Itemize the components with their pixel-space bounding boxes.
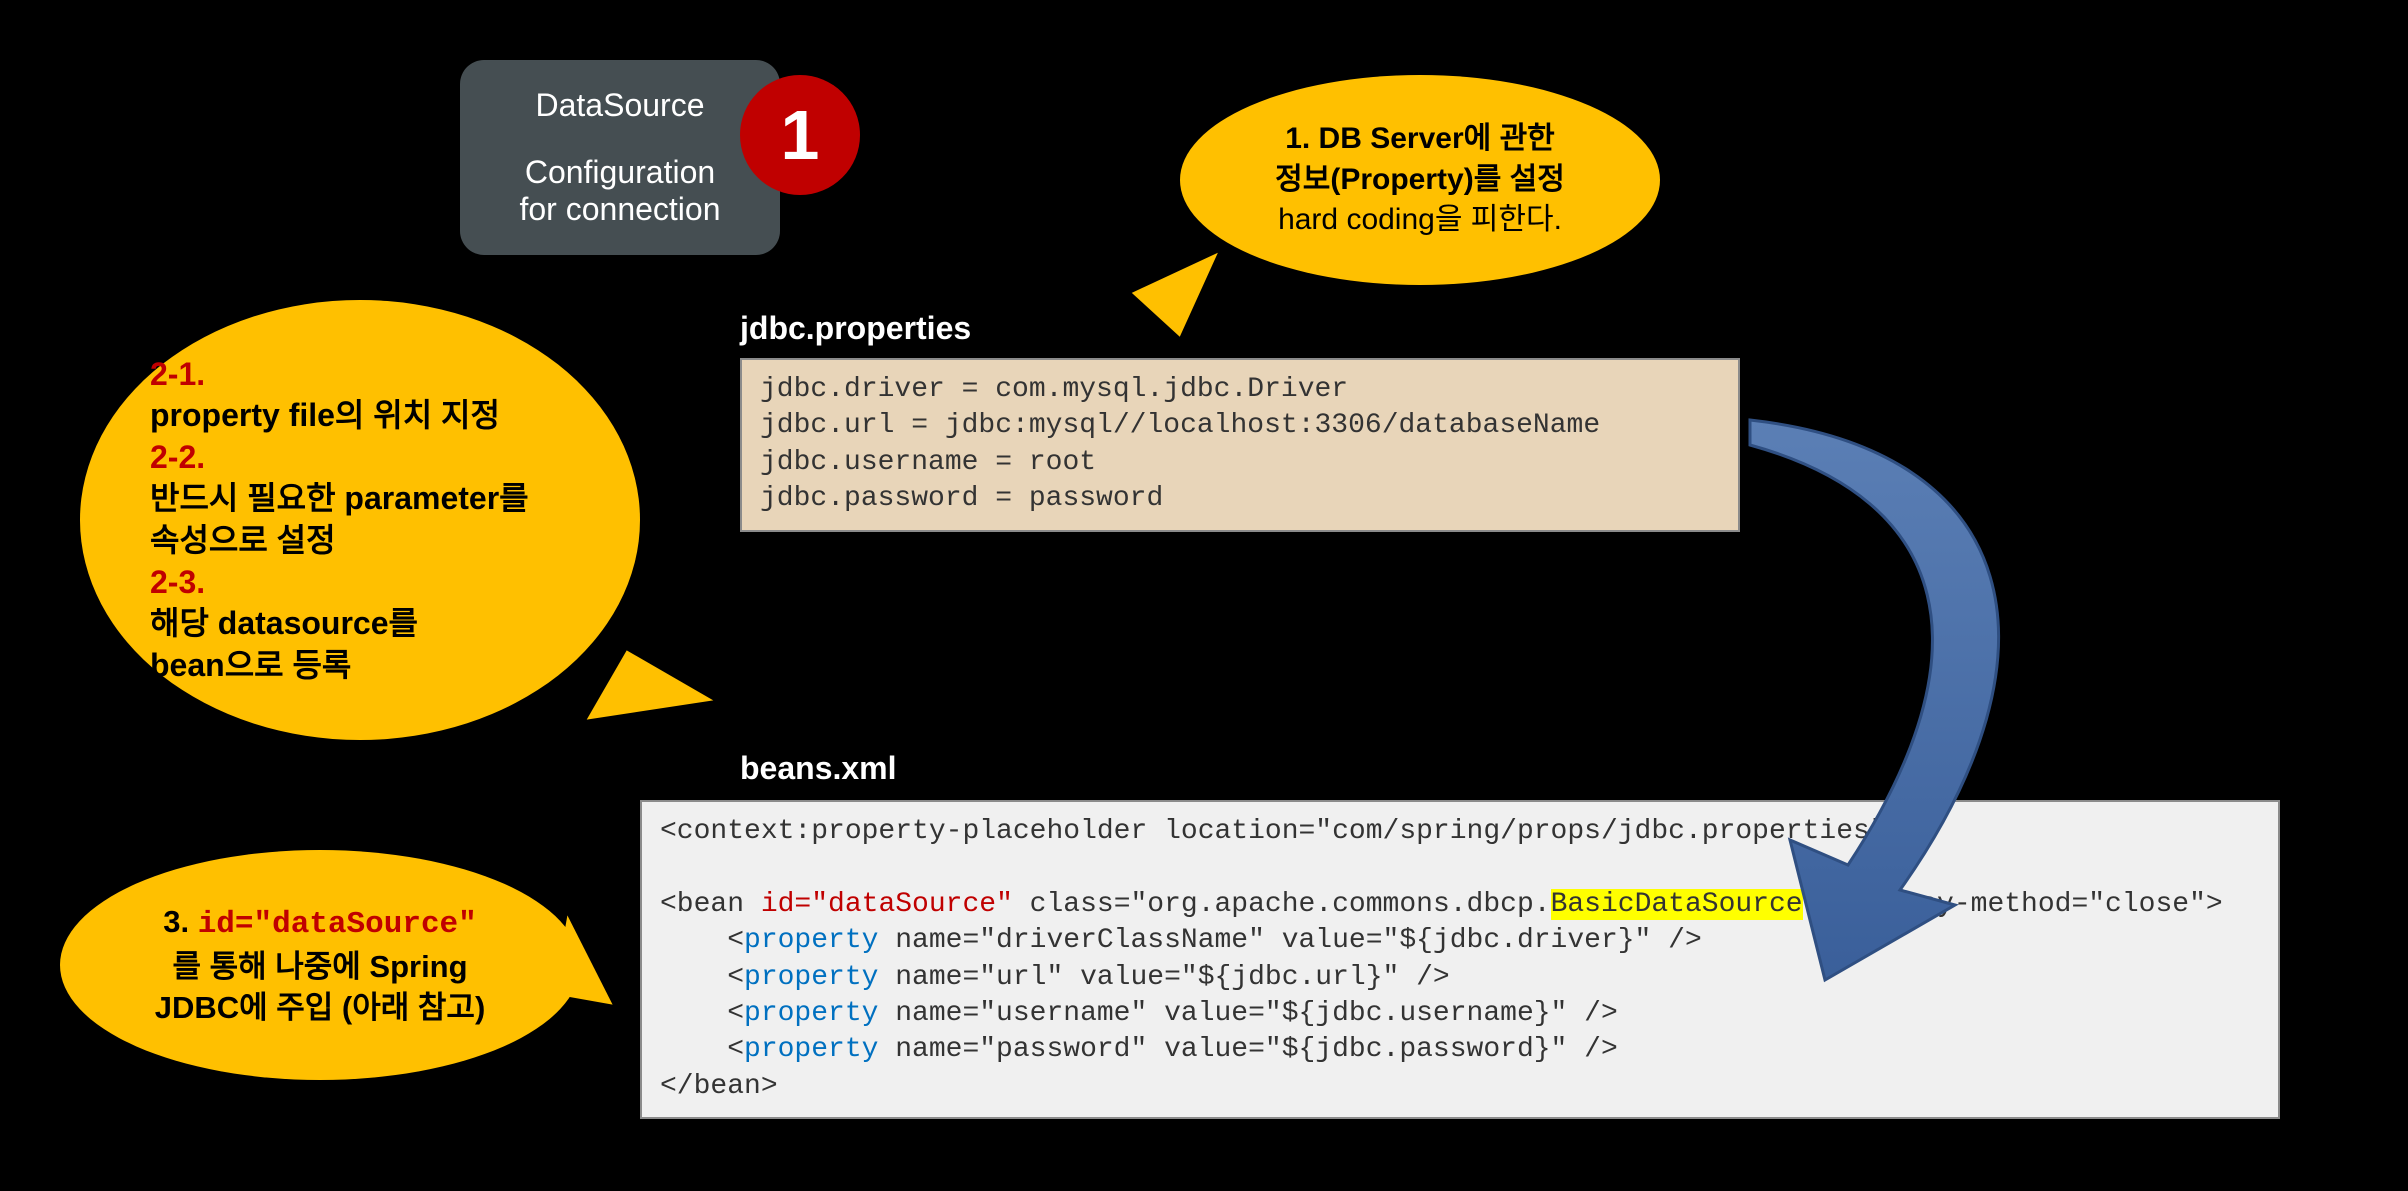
bubble1-line: 정보(Property)를 설정 xyxy=(1275,160,1565,201)
code-text: name="password" value="${jdbc.password}"… xyxy=(878,1034,1617,1065)
bubble2-line: 해당 datasource를 xyxy=(150,603,418,645)
bubble3-pre: 3. xyxy=(163,904,197,939)
callout-bubble-3: 3. id="dataSource" 를 통해 나중에 Spring JDBC에… xyxy=(60,850,580,1080)
code-id-attr: id="dataSource" xyxy=(761,889,1013,920)
bubble2-line: 반드시 필요한 parameter를 xyxy=(150,478,529,520)
code-text: < xyxy=(660,1034,744,1065)
code-text: < xyxy=(660,998,744,1029)
code-text: name="driverClassName" value="${jdbc.dri… xyxy=(878,925,1701,956)
code-property-tag: property xyxy=(744,962,878,993)
bubble3-line: JDBC에 주입 (아래 참고) xyxy=(155,987,486,1029)
speech-tail-2 xyxy=(587,650,714,769)
step-badge-1: 1 xyxy=(740,75,860,195)
code-text: class="org.apache.commons.dbcp. xyxy=(1013,889,1551,920)
bubble3-code: id="dataSource" xyxy=(198,907,477,942)
speech-tail-1 xyxy=(1132,253,1243,348)
bubble2-heading: 2-3. xyxy=(150,562,205,604)
datasource-config-box: DataSource Configuration for connection xyxy=(460,60,780,255)
code-text: < xyxy=(660,962,744,993)
bubble1-line: hard coding을 피한다. xyxy=(1278,200,1562,241)
bubble3-line1: 3. id="dataSource" xyxy=(163,901,477,946)
bubble3-line: 를 통해 나중에 Spring xyxy=(172,946,467,988)
code-text: name="url" value="${jdbc.url}" /> xyxy=(878,962,1449,993)
code-line: </bean> xyxy=(660,1071,778,1102)
beans-xml-label: beans.xml xyxy=(740,750,897,787)
bubble2-heading: 2-1. xyxy=(150,354,205,396)
code-property-tag: property xyxy=(744,925,878,956)
flow-arrow-icon xyxy=(1600,390,2200,990)
code-text: < xyxy=(660,925,744,956)
bubble1-line: 1. DB Server에 관한 xyxy=(1285,119,1555,160)
code-line: <bean xyxy=(660,889,761,920)
datasource-title: DataSource xyxy=(460,87,780,124)
callout-bubble-1: 1. DB Server에 관한 정보(Property)를 설정 hard c… xyxy=(1180,75,1660,285)
code-property-tag: property xyxy=(744,998,878,1029)
bubble2-line: 속성으로 설정 xyxy=(150,520,336,562)
datasource-subtitle: Configuration for connection xyxy=(460,154,780,228)
bubble2-line: bean으로 등록 xyxy=(150,645,351,687)
bubble2-heading: 2-2. xyxy=(150,437,205,479)
code-text: name="username" value="${jdbc.username}"… xyxy=(878,998,1617,1029)
jdbc-properties-code: jdbc.driver = com.mysql.jdbc.Driver jdbc… xyxy=(740,358,1740,532)
code-property-tag: property xyxy=(744,1034,878,1065)
callout-bubble-2: 2-1. property file의 위치 지정 2-2. 반드시 필요한 p… xyxy=(80,300,640,740)
jdbc-properties-label: jdbc.properties xyxy=(740,310,971,347)
bubble2-line: property file의 위치 지정 xyxy=(150,395,500,437)
